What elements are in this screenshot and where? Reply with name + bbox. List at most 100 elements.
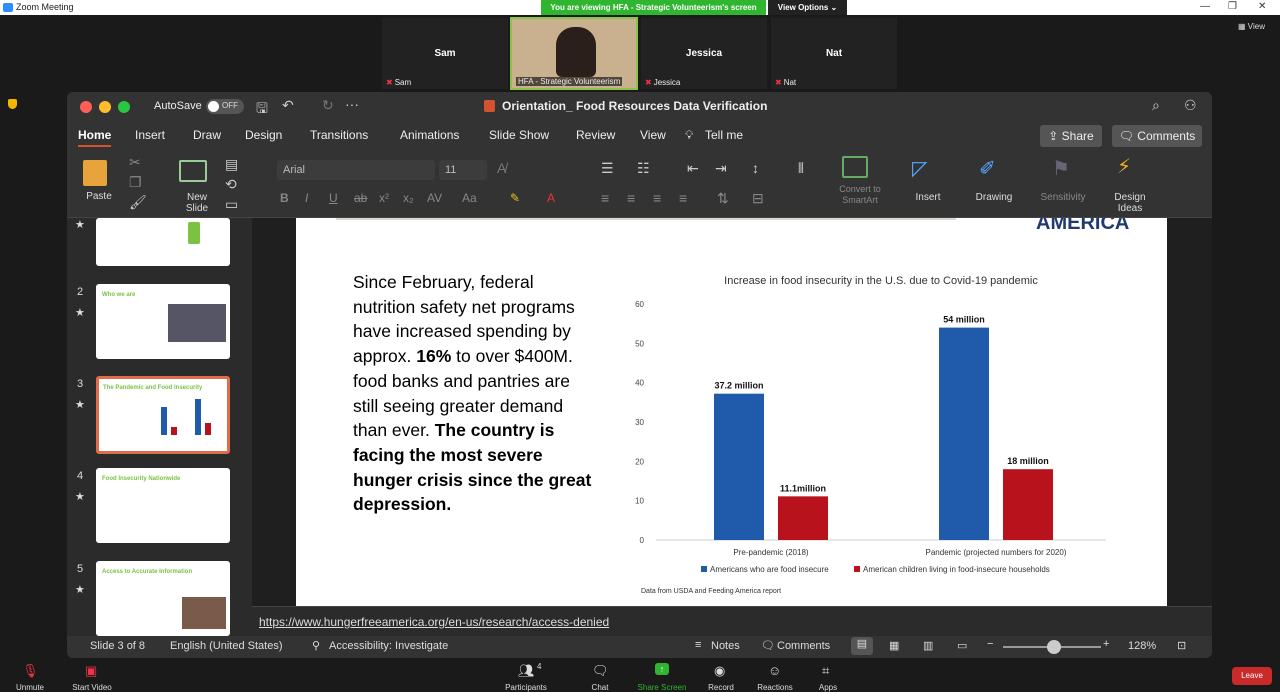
record-icon[interactable]: ◉ [714, 663, 725, 679]
reading-view-icon[interactable]: ▥ [923, 639, 933, 652]
slide-thumbnail-5[interactable]: Access to Accurate Information [96, 561, 230, 636]
tab-animations[interactable]: Animations [400, 128, 459, 142]
tab-design[interactable]: Design [245, 128, 282, 142]
leave-button[interactable]: Leave [1232, 667, 1272, 685]
cut-icon[interactable]: ✂ [129, 154, 141, 171]
participant-tile[interactable]: Jessica ✖ Jessica [640, 17, 768, 90]
tab-insert[interactable]: Insert [135, 128, 165, 142]
unmute-label[interactable]: Unmute [10, 683, 50, 692]
underline-icon[interactable]: U [329, 191, 338, 205]
numbering-icon[interactable]: ☷ [637, 160, 650, 177]
redo-icon[interactable]: ↻ [322, 97, 334, 114]
font-color-icon[interactable]: A [547, 191, 555, 205]
video-off-icon[interactable]: ▣ [85, 663, 97, 679]
close-window-icon[interactable] [80, 101, 92, 113]
new-slide-icon[interactable] [179, 160, 207, 182]
apps-label[interactable]: Apps [814, 683, 842, 692]
bold-icon[interactable]: B [280, 191, 289, 205]
strike-icon[interactable]: ab [354, 191, 367, 205]
share-button[interactable]: ⇪ Share [1040, 125, 1102, 147]
sensitivity-icon[interactable]: ⚑ [1052, 156, 1070, 181]
notes-button[interactable]: Notes [711, 640, 740, 652]
tab-slide-show[interactable]: Slide Show [489, 128, 549, 142]
zoom-slider-handle[interactable] [1047, 640, 1061, 654]
smartart-icon[interactable] [842, 156, 868, 178]
clear-format-icon[interactable]: A̸ [497, 160, 506, 176]
bullets-icon[interactable]: ☰ [601, 160, 614, 177]
slide-thumbnail-3-selected[interactable]: The Pandemic and Food Insecurity [96, 376, 230, 454]
share-people-icon[interactable]: ⚇ [1184, 97, 1197, 114]
slide-thumbnail-1[interactable] [96, 218, 230, 266]
reactions-label[interactable]: Reactions [755, 683, 795, 692]
increase-indent-icon[interactable]: ⇥ [715, 160, 727, 177]
text-direction-icon[interactable]: ⇅ [717, 190, 729, 207]
participant-tile[interactable]: Nat ✖ Nat [770, 17, 898, 90]
insert-shapes-icon[interactable]: ◸ [912, 156, 927, 181]
notes-pane[interactable]: https://www.hungerfreeamerica.org/en-us/… [252, 606, 1212, 636]
slide-thumbnail-4[interactable]: Food Insecurity Nationwide [96, 468, 230, 543]
tab-transitions[interactable]: Transitions [310, 128, 368, 142]
security-shield-icon[interactable] [8, 99, 17, 109]
zoom-window-icon[interactable] [118, 101, 130, 113]
slide-sorter-icon[interactable]: ▦ [889, 639, 899, 652]
decrease-indent-icon[interactable]: ⇤ [687, 160, 699, 177]
participants-icon[interactable]: 👥︎ [518, 663, 535, 679]
view-options-button[interactable]: View Options ⌄ [768, 0, 847, 15]
participant-tile-active[interactable]: HFA - Strategic Volunteerism [510, 17, 638, 90]
normal-view-icon[interactable]: ▤ [851, 637, 873, 655]
tab-review[interactable]: Review [576, 128, 615, 142]
minimize-window-icon[interactable] [99, 101, 111, 113]
italic-icon[interactable]: I [305, 191, 308, 205]
minimize-icon[interactable]: — [1200, 1, 1210, 12]
participant-tile[interactable]: Sam ✖ Sam [381, 17, 509, 90]
paste-icon[interactable] [83, 160, 107, 186]
align-left-icon[interactable]: ≡ [601, 190, 609, 206]
participants-label[interactable]: Participants [503, 683, 549, 692]
subscript-icon[interactable]: x₂ [403, 191, 414, 205]
design-ideas-icon[interactable]: ⚡︎ [1117, 154, 1131, 179]
reset-icon[interactable]: ⟲ [225, 176, 237, 193]
zoom-in-icon[interactable]: + [1103, 638, 1109, 650]
char-spacing-icon[interactable]: AV [427, 191, 442, 205]
view-button[interactable]: ▦ View [1238, 22, 1265, 31]
close-icon[interactable]: ✕ [1258, 1, 1266, 12]
drawing-icon[interactable]: ✐ [979, 156, 996, 181]
tell-me-field[interactable]: Tell me [705, 128, 743, 142]
mic-muted-icon[interactable]: 🎙︎ [22, 663, 39, 679]
format-painter-icon[interactable]: 🖌︎ [129, 194, 147, 211]
slide-3[interactable]: AMERICA Since February, federal nutritio… [296, 218, 1167, 606]
zoom-out-icon[interactable]: − [987, 638, 993, 650]
layout-icon[interactable]: ▤ [225, 156, 238, 173]
superscript-icon[interactable]: x² [379, 191, 389, 205]
slide-thumbnail-2[interactable]: Who we are [96, 284, 230, 359]
tab-draw[interactable]: Draw [193, 128, 221, 142]
more-icon[interactable]: ··· [345, 96, 359, 112]
document-title[interactable]: Orientation_ Food Resources Data Verific… [502, 99, 767, 113]
reactions-icon[interactable]: ☺ [768, 663, 781, 678]
apps-icon[interactable]: ⌗ [822, 663, 829, 679]
slideshow-view-icon[interactable]: ▭ [957, 639, 967, 652]
zoom-level[interactable]: 128% [1128, 640, 1156, 652]
comments-button[interactable]: 🗨︎ Comments [1112, 125, 1202, 147]
undo-icon[interactable]: ↶ [282, 97, 294, 114]
change-case-icon[interactable]: Aa [462, 191, 477, 205]
share-screen-label[interactable]: Share Screen [634, 683, 690, 692]
save-icon[interactable]: 🖫 [256, 98, 268, 122]
align-center-icon[interactable]: ≡ [627, 190, 635, 206]
record-label[interactable]: Record [704, 683, 738, 692]
accessibility-status[interactable]: Accessibility: Investigate [329, 640, 448, 652]
align-text-icon[interactable]: ⊟ [752, 190, 764, 207]
highlight-icon[interactable]: ✎ [510, 191, 520, 205]
fit-slide-icon[interactable]: ⊡ [1177, 639, 1186, 652]
language-indicator[interactable]: English (United States) [170, 640, 283, 652]
tab-view[interactable]: View [640, 128, 666, 142]
line-spacing-icon[interactable]: ↕ [752, 160, 759, 176]
font-family-select[interactable]: Arial [277, 160, 435, 180]
autosave-toggle[interactable]: OFF [206, 99, 244, 114]
font-size-select[interactable]: 11 [439, 160, 487, 180]
section-icon[interactable]: ▭ [225, 196, 238, 213]
start-video-label[interactable]: Start Video [66, 683, 118, 692]
chat-label[interactable]: Chat [585, 683, 615, 692]
justify-icon[interactable]: ≡ [679, 190, 687, 206]
search-icon[interactable]: ⌕ [1152, 97, 1160, 114]
